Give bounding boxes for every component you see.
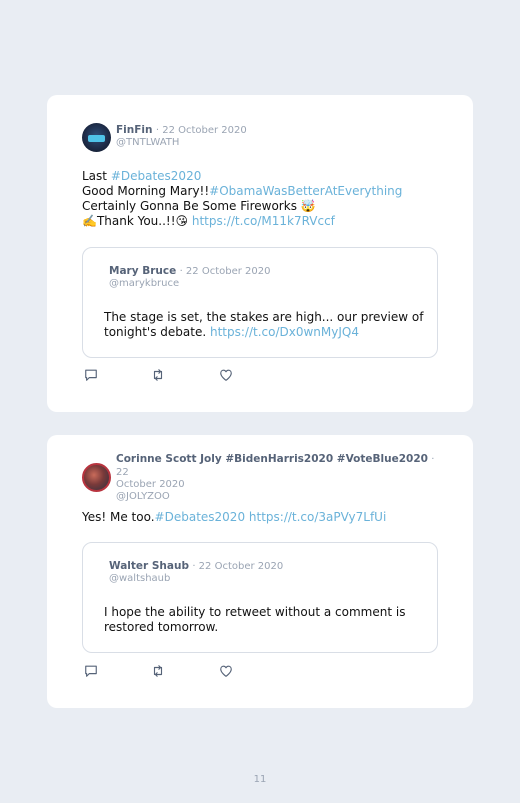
- quoted-tweet[interactable]: Walter Shaub · 22 October 2020 @waltshau…: [82, 542, 438, 653]
- quoted-tweet-text: The stage is set, the stakes are high...…: [104, 310, 424, 340]
- hashtag-link[interactable]: #Debates2020 https://t.co/3aPVy7LfUi: [155, 510, 387, 524]
- tweet-line-text: Last: [82, 169, 111, 183]
- author-handle[interactable]: @TNTLWATH: [116, 137, 247, 149]
- reply-icon[interactable]: [84, 664, 98, 678]
- tweet-line-text: Certainly Gonna Be Some Fireworks 🤯: [82, 199, 316, 213]
- hashtag-link[interactable]: #ObamaWasBetterAtEverything: [209, 184, 402, 198]
- tweet-line: Good Morning Mary!!#ObamaWasBetterAtEver…: [82, 184, 402, 199]
- quoted-author-handle: @marykbruce: [109, 278, 180, 289]
- tweet-card: FinFin · 22 October 2020 @TNTLWATH Last …: [47, 95, 473, 412]
- author-handle[interactable]: @JOLYZOO: [116, 491, 436, 503]
- tweet-header: FinFin · 22 October 2020 @TNTLWATH: [116, 124, 247, 149]
- quoted-tweet-date: · 22 October 2020: [179, 266, 271, 277]
- tweet-header: Corinne Scott Joly #BidenHarris2020 #Vot…: [116, 453, 436, 503]
- url-link[interactable]: https://t.co/M11k7RVccf: [192, 214, 335, 228]
- tweet-text: Last #Debates2020 Good Morning Mary!!#Ob…: [82, 169, 402, 229]
- tweet-actions: [84, 368, 244, 382]
- tweet-text: Yes! Me too.#Debates2020 https://t.co/3a…: [82, 510, 386, 525]
- tweet-line: Last #Debates2020: [82, 169, 402, 184]
- retweet-icon[interactable]: [151, 368, 165, 382]
- tweet-line-text: Yes! Me too.: [82, 510, 155, 524]
- url-link[interactable]: https://t.co/Dx0wnMyJQ4: [210, 325, 359, 339]
- tweet-actions: [84, 664, 244, 678]
- quoted-tweet-text: I hope the ability to retweet without a …: [104, 605, 424, 635]
- quoted-tweet-date: · 22 October 2020: [192, 561, 284, 572]
- author-name[interactable]: Corinne Scott Joly #BidenHarris2020 #Vot…: [116, 453, 428, 465]
- quoted-author-handle: @waltshaub: [109, 573, 171, 584]
- quoted-tweet[interactable]: Mary Bruce · 22 October 2020 @marykbruce…: [82, 247, 438, 358]
- quoted-author-name[interactable]: Walter Shaub: [109, 560, 189, 572]
- avatar[interactable]: [82, 463, 111, 492]
- tweet-date[interactable]: · 22 October 2020: [156, 125, 247, 136]
- tweet-card: Corinne Scott Joly #BidenHarris2020 #Vot…: [47, 435, 473, 708]
- quoted-tweet-header: Walter Shaub · 22 October 2020 @waltshau…: [109, 560, 283, 585]
- tweet-line: Yes! Me too.#Debates2020 https://t.co/3a…: [82, 510, 386, 525]
- avatar[interactable]: [82, 123, 111, 152]
- retweet-icon[interactable]: [151, 664, 165, 678]
- quoted-tweet-header: Mary Bruce · 22 October 2020 @marykbruce: [109, 265, 270, 290]
- tweet-line: ✍️Thank You..!!😘 https://t.co/M11k7RVccf: [82, 214, 402, 229]
- quoted-text: I hope the ability to retweet without a …: [104, 605, 406, 634]
- tweet-line-text: Good Morning Mary!!: [82, 184, 210, 198]
- page-number: 11: [253, 774, 267, 785]
- reply-icon[interactable]: [84, 368, 98, 382]
- author-name[interactable]: FinFin: [116, 124, 153, 136]
- quoted-author-name[interactable]: Mary Bruce: [109, 265, 176, 277]
- tweet-line-text: ✍️Thank You..!!😘: [82, 214, 192, 228]
- tweet-date-continued[interactable]: October 2020: [116, 479, 436, 491]
- like-icon[interactable]: [219, 664, 233, 678]
- like-icon[interactable]: [219, 368, 233, 382]
- tweet-line: Certainly Gonna Be Some Fireworks 🤯: [82, 199, 402, 214]
- hashtag-link[interactable]: #Debates2020: [111, 169, 202, 183]
